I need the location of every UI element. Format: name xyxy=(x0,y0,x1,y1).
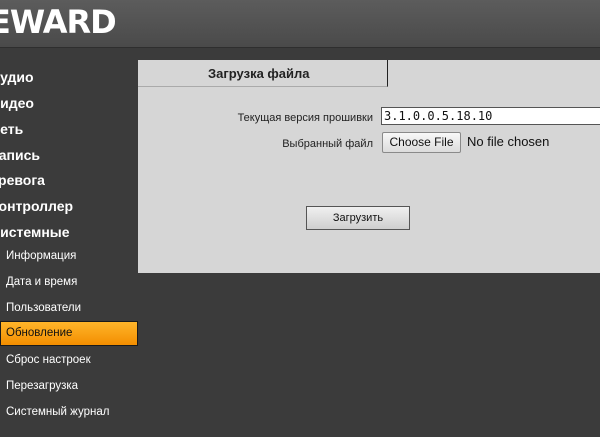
sidebar-item-recording[interactable]: Запись xyxy=(0,142,40,168)
sidebar-item-system[interactable]: Системные xyxy=(0,219,70,245)
firmware-version-field[interactable]: 3.1.0.0.5.18.10 xyxy=(381,107,600,125)
sidebar-subitem-syslog[interactable]: Системный журнал xyxy=(0,400,138,424)
sidebar-item-network[interactable]: Сеть xyxy=(0,116,23,142)
sidebar-subitem-info[interactable]: Информация xyxy=(0,244,138,268)
sidebar-subitem-datetime[interactable]: Дата и время xyxy=(0,270,138,294)
firmware-version-label: Текущая версия прошивки xyxy=(237,112,373,124)
sidebar-item-controller[interactable]: Контроллер xyxy=(0,193,73,219)
upload-button[interactable]: Загрузить xyxy=(306,206,410,230)
sidebar-item-audio[interactable]: Аудио xyxy=(0,64,34,90)
no-file-status: No file chosen xyxy=(467,134,550,149)
sidebar-subitem-users[interactable]: Пользователи xyxy=(0,296,138,320)
tab-file-upload[interactable]: Загрузка файла xyxy=(138,60,388,87)
sidebar-subitem-update[interactable]: Обновление xyxy=(0,321,138,346)
sidebar-item-video[interactable]: Видео xyxy=(0,90,34,116)
brand-logo: EWARD xyxy=(0,3,117,41)
sidebar-item-alarm[interactable]: Тревога xyxy=(0,167,45,193)
selected-file-label: Выбранный файл xyxy=(282,138,373,150)
header: EWARD xyxy=(0,0,600,48)
choose-file-button[interactable]: Choose File xyxy=(382,132,461,153)
sidebar-subitem-reboot[interactable]: Перезагрузка xyxy=(0,374,138,398)
sidebar-subitem-reset[interactable]: Сброс настроек xyxy=(0,348,138,372)
